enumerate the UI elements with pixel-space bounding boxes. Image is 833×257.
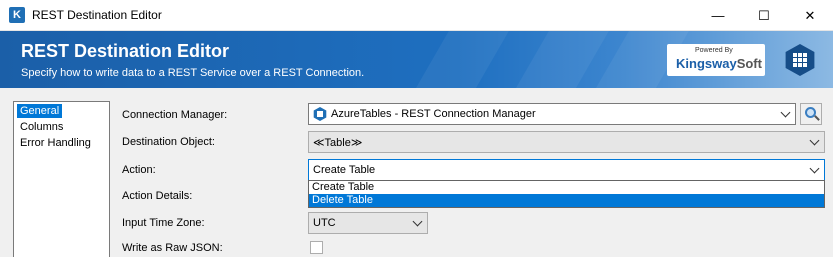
page-navigation-list: General Columns Error Handling <box>13 101 110 257</box>
brand-name: KingswaySoft <box>676 56 762 71</box>
chevron-down-icon <box>810 137 820 147</box>
action-details-label: Action Details: <box>122 190 193 202</box>
minimize-button[interactable]: — <box>695 0 741 31</box>
rest-connection-icon <box>313 107 327 121</box>
banner-decoration <box>391 31 509 88</box>
header-banner: REST Destination Editor Specify how to w… <box>0 31 833 88</box>
destination-object-value: ≪Table≫ <box>313 137 363 149</box>
connection-manager-label: Connection Manager: <box>122 109 228 121</box>
destination-object-label: Destination Object: <box>122 136 215 148</box>
write-raw-json-checkbox[interactable] <box>310 241 323 254</box>
search-button[interactable] <box>800 103 822 125</box>
connection-manager-value: AzureTables - REST Connection Manager <box>331 108 536 120</box>
close-button[interactable]: ✕ <box>787 0 833 31</box>
destination-object-select[interactable]: ≪Table≫ <box>308 131 825 153</box>
kingsway-app-icon: K <box>9 7 25 23</box>
chevron-down-icon <box>413 218 423 228</box>
kingswaysoft-logo: Powered By KingswaySoft <box>667 44 765 76</box>
input-time-zone-select[interactable]: UTC <box>308 212 428 234</box>
chevron-down-icon <box>781 109 791 119</box>
nav-item-columns[interactable]: Columns <box>17 120 66 134</box>
action-select[interactable]: Create Table <box>308 159 825 181</box>
chevron-down-icon <box>810 165 820 175</box>
action-label: Action: <box>122 164 156 176</box>
action-option-create-table[interactable]: Create Table <box>309 181 824 194</box>
action-value: Create Table <box>313 164 376 176</box>
nav-item-error-handling[interactable]: Error Handling <box>17 136 94 150</box>
maximize-button[interactable]: ☐ <box>741 0 787 31</box>
input-time-zone-label: Input Time Zone: <box>122 217 205 229</box>
table-hex-icon <box>785 44 815 76</box>
action-dropdown-list: Create Table Delete Table <box>308 180 825 208</box>
title-bar: K REST Destination Editor — ☐ ✕ <box>0 0 833 31</box>
brand-powered-by: Powered By <box>695 47 733 54</box>
banner-title: REST Destination Editor <box>21 41 230 61</box>
connection-manager-select[interactable]: AzureTables - REST Connection Manager <box>308 103 796 125</box>
action-option-delete-table[interactable]: Delete Table <box>309 194 824 207</box>
banner-subtitle: Specify how to write data to a REST Serv… <box>21 67 365 79</box>
input-time-zone-value: UTC <box>313 217 336 229</box>
write-raw-json-label: Write as Raw JSON: <box>122 242 223 254</box>
window-title: REST Destination Editor <box>32 8 162 22</box>
banner-decoration <box>491 31 609 88</box>
nav-item-general[interactable]: General <box>17 104 63 118</box>
